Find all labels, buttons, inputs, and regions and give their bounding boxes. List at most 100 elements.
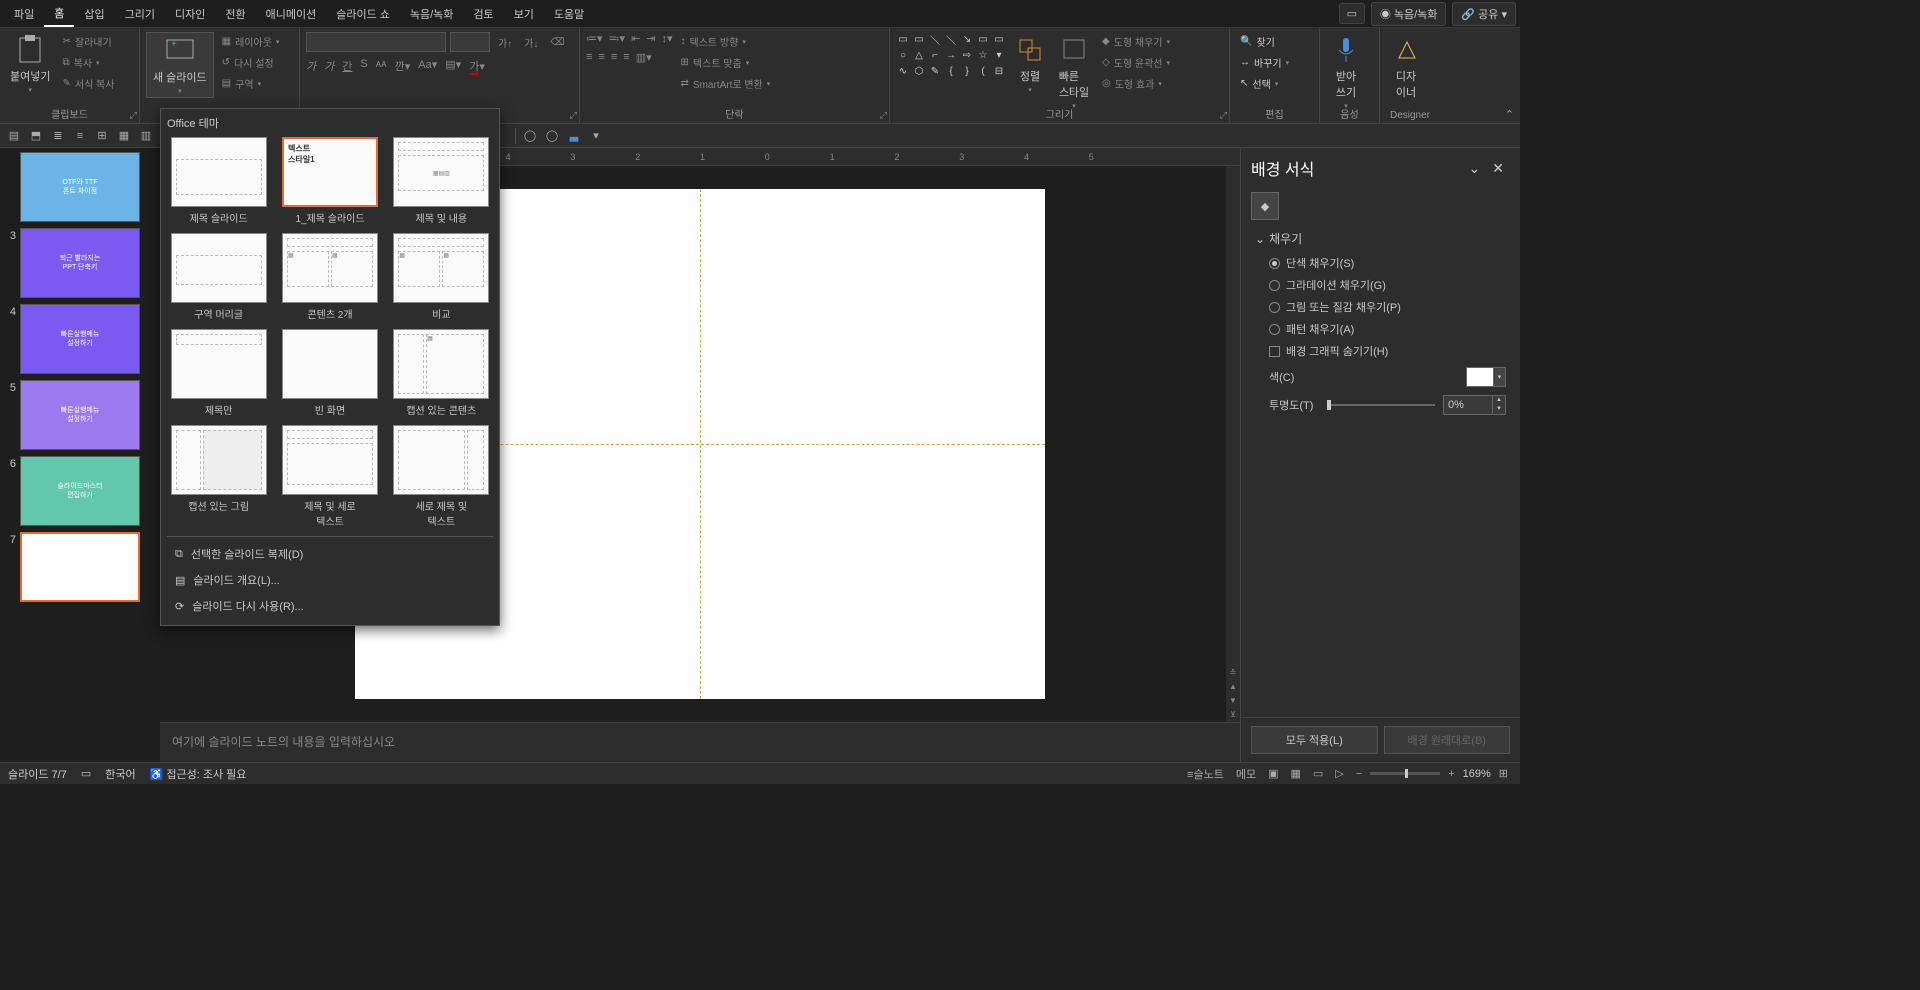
smartart-button[interactable]: ⇄SmartArt로 변환▾ xyxy=(677,74,775,93)
quick-styles-button[interactable]: 빠른 스타일 ▾ xyxy=(1054,32,1094,112)
qat-btn-2[interactable]: ⬒ xyxy=(26,126,46,146)
thumb-preview[interactable]: OTF와 TTF 폰트 차이점 xyxy=(20,152,140,222)
layout-title-slide-1[interactable]: 텍스트스타일11_제목 슬라이드 xyxy=(278,137,381,225)
decrease-font-button[interactable]: 가↓ xyxy=(520,32,542,52)
share-button[interactable]: 🔗 공유 ▾ xyxy=(1452,2,1516,26)
pane-close-button[interactable]: ✕ xyxy=(1486,158,1510,179)
format-painter-button[interactable]: ✎서식 복사 xyxy=(58,74,118,93)
menu-draw[interactable]: 그리기 xyxy=(115,2,165,26)
radio-pattern-fill[interactable]: 패턴 채우기(A) xyxy=(1269,321,1506,337)
shape-star[interactable]: ☆ xyxy=(976,48,990,62)
duplicate-slides-menu[interactable]: ⧉선택한 슬라이드 복제(D) xyxy=(167,541,493,567)
qat-circle-1[interactable]: ◯ xyxy=(520,126,540,146)
shape-circle[interactable]: ○ xyxy=(896,48,910,62)
highlight-button[interactable]: ▤▾ xyxy=(445,58,461,74)
copy-button[interactable]: ⧉복사▾ xyxy=(58,53,118,72)
shape-gallery[interactable]: ▭▭＼＼↘▭▭ ○△⌐→⇨☆▾ ∿⬡✎{}(⊟ xyxy=(896,32,1006,78)
slide-thumbnail-panel[interactable]: OTF와 TTF 폰트 차이점 3 퇴근 빨라지는 PPT 단축키 4 빠른실행… xyxy=(0,148,160,762)
reuse-slides-menu[interactable]: ⟳슬라이드 다시 사용(R)... xyxy=(167,593,493,619)
view-normal[interactable]: ▣ xyxy=(1264,765,1282,782)
layout-title-only[interactable]: 제목만 xyxy=(167,329,270,417)
shape-curve[interactable]: ∿ xyxy=(896,64,910,78)
align-right-button[interactable]: ≡ xyxy=(611,51,617,64)
layout-button[interactable]: ▦레이아웃▾ xyxy=(218,32,284,51)
drawing-launcher[interactable]: ⤢ xyxy=(1220,110,1227,121)
outdent-button[interactable]: ⇤ xyxy=(631,32,640,45)
ribbon-collapse-button[interactable]: ⌃ xyxy=(1499,106,1520,123)
text-align-button[interactable]: ⊞텍스트 맞춤▾ xyxy=(677,53,775,72)
clipboard-launcher[interactable]: ⤢ xyxy=(130,110,137,121)
shape-tri[interactable]: △ xyxy=(912,48,926,62)
qat-btn-4[interactable]: ≡ xyxy=(70,126,90,146)
font-family-select[interactable] xyxy=(306,32,446,52)
reset-background-button[interactable]: 배경 원래대로(B) xyxy=(1384,726,1511,754)
zoom-slider[interactable] xyxy=(1370,772,1440,775)
thumb-preview[interactable]: 퇴근 빨라지는 PPT 단축키 xyxy=(20,228,140,298)
zoom-level[interactable]: 169% xyxy=(1463,768,1491,780)
radio-solid-fill[interactable]: 단색 채우기(S) xyxy=(1269,255,1506,271)
accessibility-check[interactable]: ♿ 접근성: 조사 필요 xyxy=(150,766,247,782)
shape-conn[interactable]: ⌐ xyxy=(928,48,942,62)
menu-home[interactable]: 홈 xyxy=(44,1,74,27)
section-button[interactable]: ▤구역▾ xyxy=(218,74,284,93)
thumb-preview[interactable]: 빠른실행메뉴 설정하기 xyxy=(20,304,140,374)
thumbnail-slide-7[interactable]: 7 xyxy=(4,532,156,602)
qat-btn-3[interactable]: ≣ xyxy=(48,126,68,146)
language-indicator[interactable]: 한국어 xyxy=(105,766,135,782)
layout-two-content[interactable]: ▦▦콘텐츠 2개 xyxy=(278,233,381,321)
layout-section-header[interactable]: 구역 머리글 xyxy=(167,233,270,321)
thumbnail-slide-6[interactable]: 6 슬라이드마스터 편집하기 xyxy=(4,456,156,526)
strike-button[interactable]: S xyxy=(360,58,367,74)
menu-animations[interactable]: 애니메이션 xyxy=(256,2,327,26)
slide-counter[interactable]: 슬라이드 7/7 xyxy=(8,766,67,782)
font-launcher[interactable]: ⤢ xyxy=(570,110,577,121)
radio-gradient-fill[interactable]: 그라데이션 채우기(G) xyxy=(1269,277,1506,293)
guide-vertical[interactable] xyxy=(700,189,701,699)
transparency-input[interactable]: ▲▼ xyxy=(1443,395,1506,415)
fill-tab[interactable]: ◆ xyxy=(1251,192,1279,220)
align-left-button[interactable]: ≡ xyxy=(586,51,592,64)
notes-pane[interactable]: 여기에 슬라이드 노트의 내용을 입력하십시오 xyxy=(160,722,1240,762)
char-spacing-button[interactable]: 깐▾ xyxy=(395,58,411,74)
shadow-button[interactable]: ᴀᴀ xyxy=(376,58,387,74)
designer-button[interactable]: 디자 이너 xyxy=(1386,32,1426,102)
scroll-next-slide[interactable]: ⊻ xyxy=(1227,708,1239,720)
menu-file[interactable]: 파일 xyxy=(4,2,44,26)
qat-btn-6[interactable]: ▦ xyxy=(114,126,134,146)
shape-fill-button[interactable]: ◆도형 채우기▾ xyxy=(1098,32,1174,51)
qat-btn-1[interactable]: ▤ xyxy=(4,126,24,146)
slides-from-outline-menu[interactable]: ▤슬라이드 개요(L)... xyxy=(167,567,493,593)
shape-effects-button[interactable]: ◎도형 효과▾ xyxy=(1098,74,1174,93)
shape-rect2[interactable]: ▭ xyxy=(912,32,926,46)
qat-display[interactable]: ▃ xyxy=(564,126,584,146)
menu-view[interactable]: 보기 xyxy=(504,2,544,26)
view-slideshow[interactable]: ▷ xyxy=(1331,765,1347,782)
fill-color-button[interactable]: ▾ xyxy=(1466,367,1506,387)
menu-help[interactable]: 도움말 xyxy=(544,2,594,26)
find-button[interactable]: 🔍찾기 xyxy=(1236,32,1293,51)
line-spacing-button[interactable]: ↕▾ xyxy=(662,32,673,45)
pane-options-button[interactable]: ⌄ xyxy=(1463,158,1487,179)
arrange-button[interactable]: 정렬 ▾ xyxy=(1010,32,1050,96)
paste-button[interactable]: 붙여넣기 ▾ xyxy=(6,32,54,96)
dictate-button[interactable]: 받아 쓰기 ▾ xyxy=(1326,32,1366,112)
menu-record[interactable]: 녹음/녹화 xyxy=(400,2,464,26)
shape-arrow-r[interactable]: → xyxy=(944,48,958,62)
menu-review[interactable]: 검토 xyxy=(463,2,503,26)
shape-expand[interactable]: ⊟ xyxy=(992,64,1006,78)
record-button[interactable]: ◉ 녹음/녹화 xyxy=(1371,2,1447,26)
checkbox-hide-bg-graphics[interactable]: 배경 그래픽 숨기기(H) xyxy=(1269,343,1506,359)
layout-content-caption[interactable]: ▦캡션 있는 콘텐츠 xyxy=(390,329,493,417)
qat-btn-7[interactable]: ▥ xyxy=(136,126,156,146)
shape-rect4[interactable]: ▭ xyxy=(992,32,1006,46)
layout-picture-caption[interactable]: 캡션 있는 그림 xyxy=(167,425,270,528)
spell-check-icon[interactable]: ▭ xyxy=(81,767,91,780)
notes-toggle[interactable]: ≡슬노트 xyxy=(1183,764,1228,784)
apply-all-button[interactable]: 모두 적용(L) xyxy=(1251,726,1378,754)
layout-comparison[interactable]: ▦▦비교 xyxy=(390,233,493,321)
new-slide-button[interactable]: + 새 슬라이드 ▾ xyxy=(146,32,214,98)
qat-circle-2[interactable]: ◯ xyxy=(542,126,562,146)
scroll-prev-slide[interactable]: ≛ xyxy=(1227,666,1239,678)
transparency-slider[interactable] xyxy=(1327,403,1435,407)
increase-font-button[interactable]: 가↑ xyxy=(494,32,516,52)
